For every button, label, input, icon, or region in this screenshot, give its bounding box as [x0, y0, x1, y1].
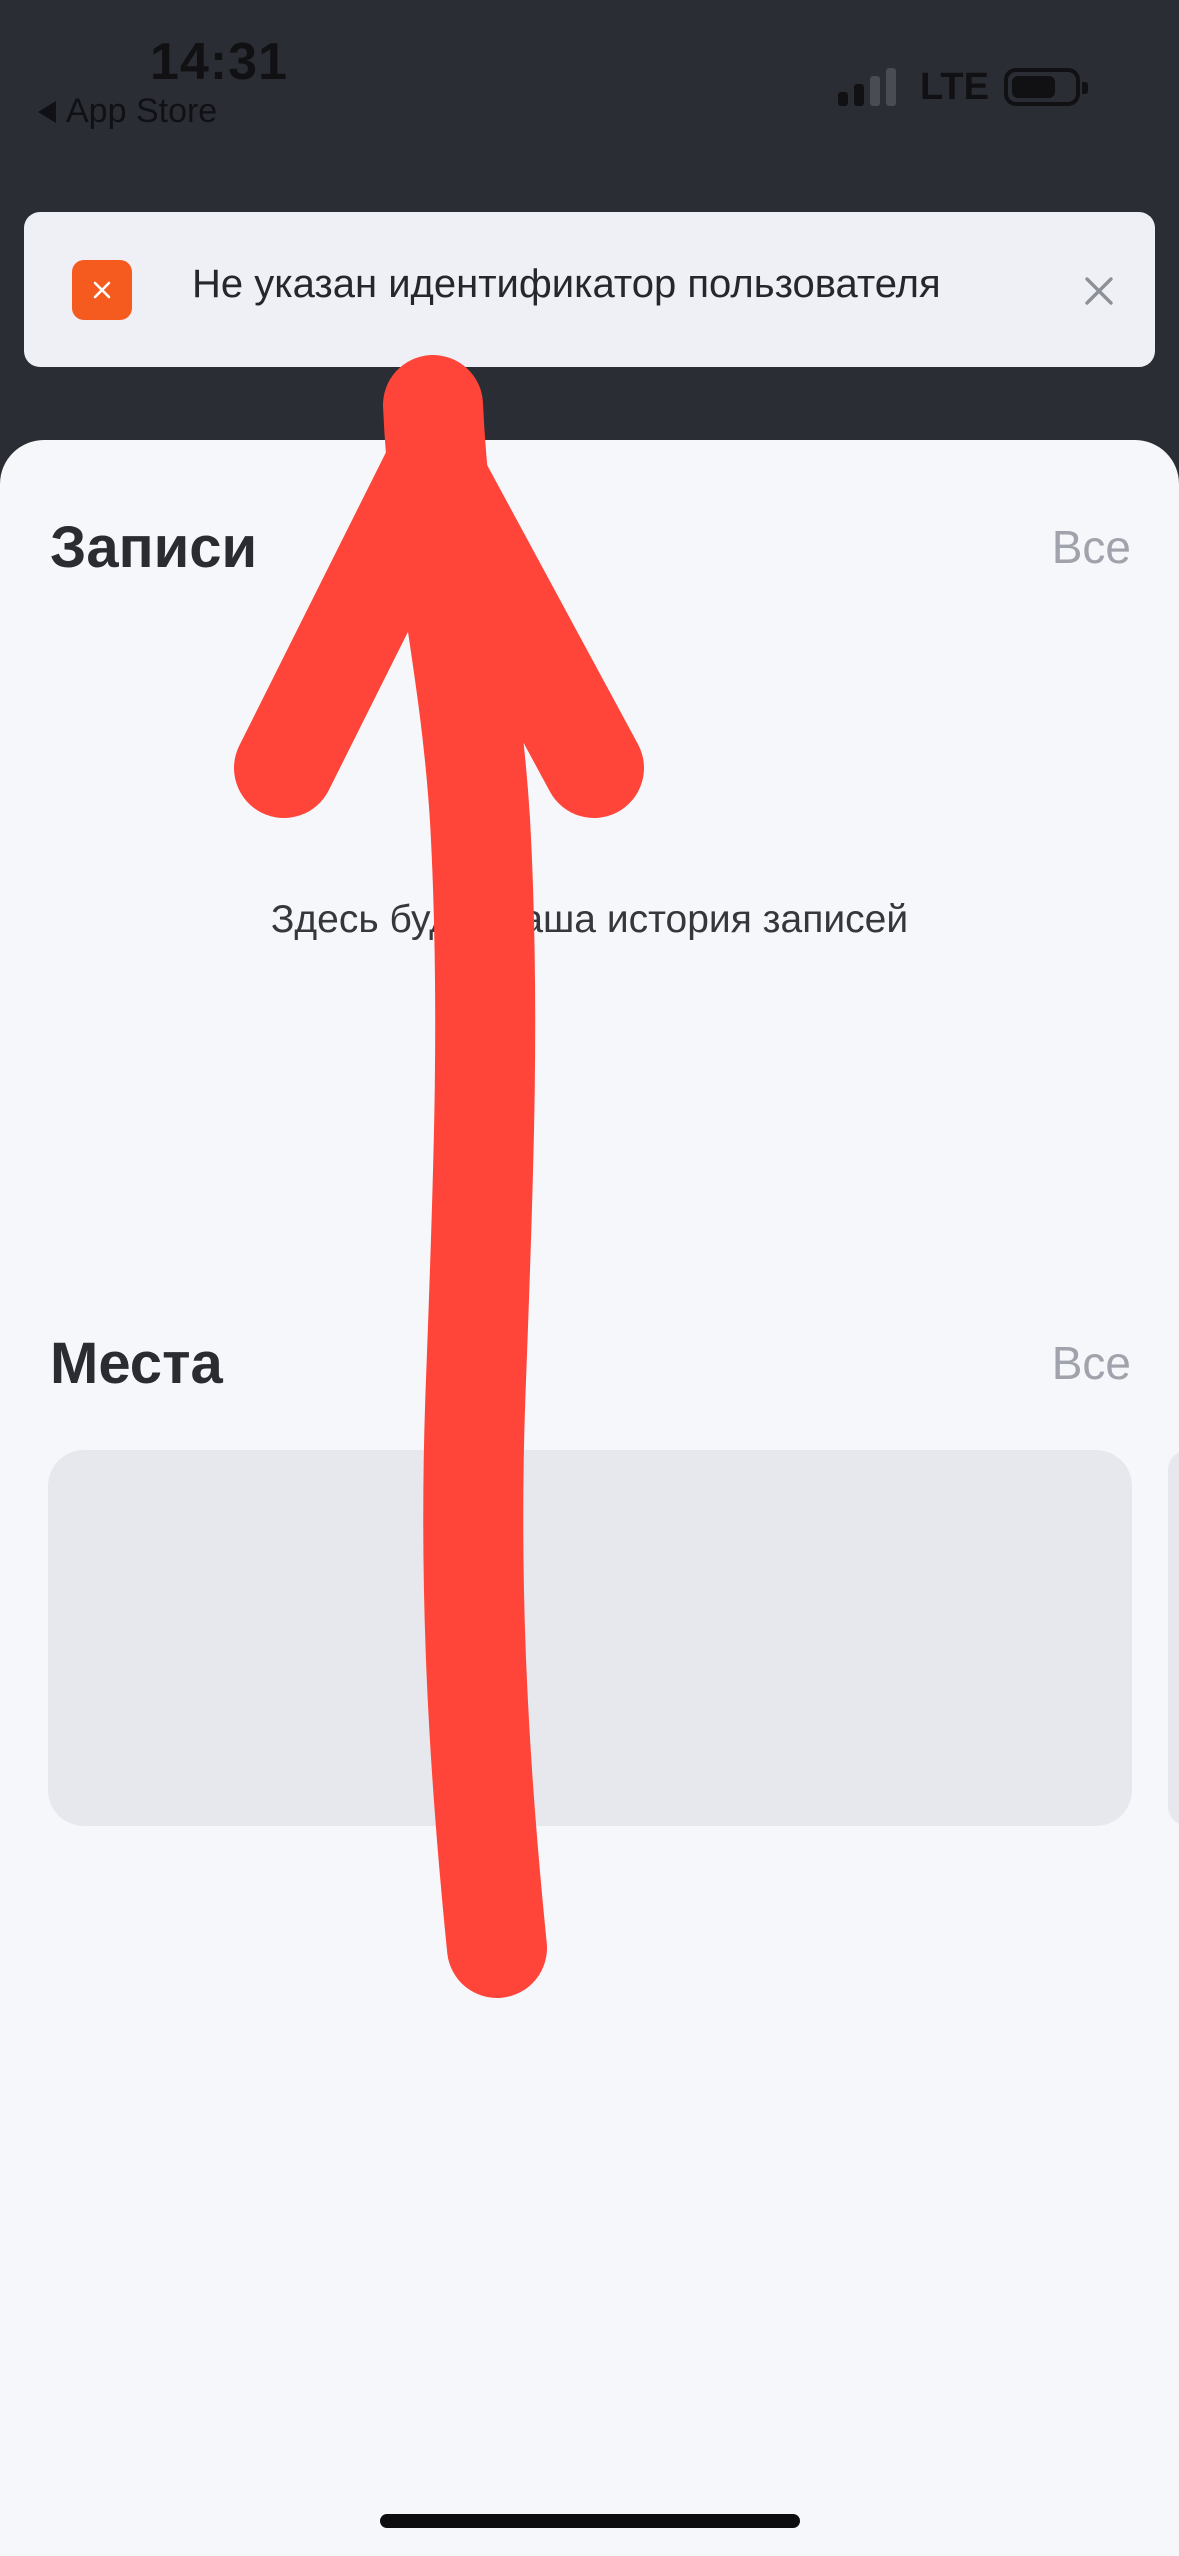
status-time: 14:31	[150, 33, 288, 91]
place-card-next[interactable]	[1168, 1450, 1179, 1826]
records-empty-text: Здесь будет ваша история записей	[270, 898, 909, 941]
place-card-placeholder[interactable]	[48, 1450, 1132, 1826]
home-indicator[interactable]	[380, 2514, 800, 2528]
content-sheet: Записи Все Здесь будет ваша история запи…	[0, 440, 1179, 2556]
places-title: Места	[50, 1331, 223, 1396]
records-all-link[interactable]: Все	[1052, 520, 1131, 574]
cellular-signal-icon	[838, 68, 896, 106]
places-all-link[interactable]: Все	[1052, 1336, 1131, 1390]
app-screen: 14:31 App Store LTE Записи Все Здесь буд…	[0, 0, 1179, 2556]
records-title: Записи	[50, 515, 258, 580]
close-icon[interactable]	[1076, 268, 1122, 314]
error-x-icon	[72, 260, 132, 320]
back-to-app-store[interactable]: App Store	[38, 92, 217, 131]
toast-message: Не указан идентификатор пользователя	[192, 262, 941, 306]
battery-icon	[1004, 68, 1088, 106]
network-type: LTE	[920, 66, 989, 108]
back-label: App Store	[66, 92, 218, 130]
error-toast: Не указан идентификатор пользователя	[24, 212, 1155, 367]
back-arrow-icon	[38, 100, 56, 123]
